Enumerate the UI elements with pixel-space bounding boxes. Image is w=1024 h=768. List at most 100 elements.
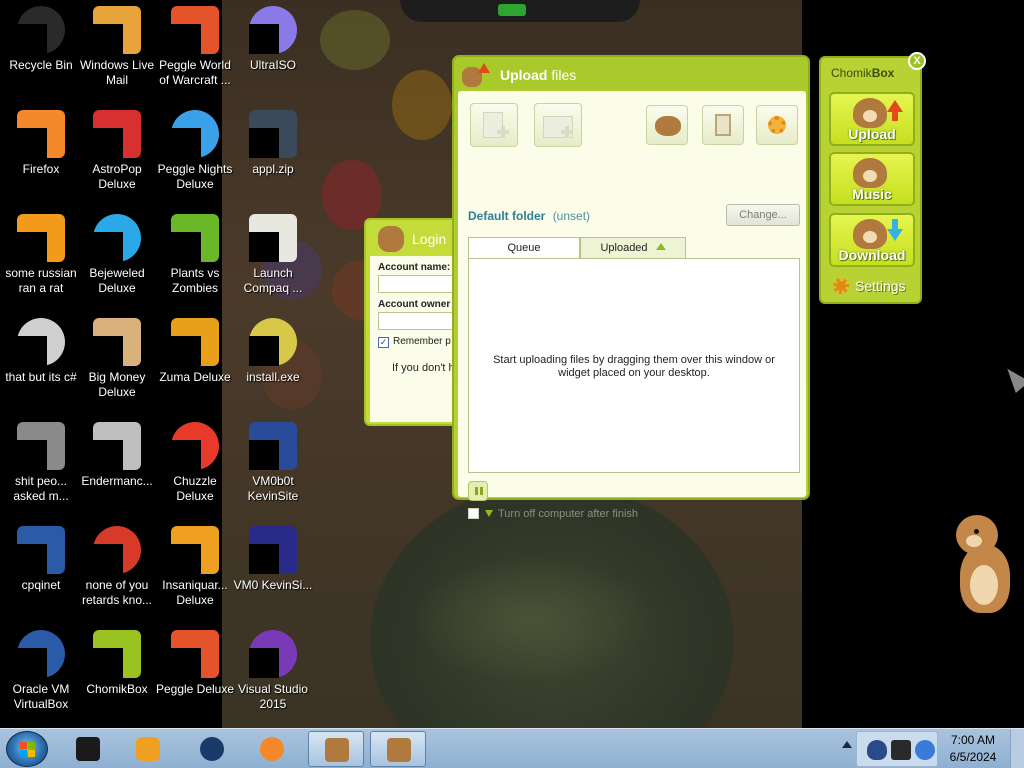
hamster-icon <box>853 219 887 249</box>
clock-time: 7:00 AM <box>950 733 996 747</box>
desktop-icon[interactable]: UltraISO <box>232 6 314 73</box>
desktop-icon[interactable]: Firefox <box>0 110 82 177</box>
taskbar: 7:00 AM 6/5/2024 <box>0 728 1024 768</box>
desktop-icon-label: Firefox <box>22 162 60 176</box>
desktop-icon-label: AstroPop Deluxe <box>92 162 142 191</box>
turn-off-checkbox[interactable] <box>468 508 479 519</box>
chomikbox-icon <box>93 630 141 678</box>
settings-button[interactable] <box>756 105 798 145</box>
desktop-icon-label: VM0 KevinSi... <box>233 578 313 592</box>
desktop-icon-label: Big Money Deluxe <box>88 370 146 399</box>
hamster-button[interactable] <box>646 105 688 145</box>
taskbar-chomikbox[interactable] <box>308 731 364 767</box>
widget-music-button[interactable]: Music <box>829 152 915 206</box>
desktop-icon[interactable]: none of you retards kno... <box>76 526 158 608</box>
taskbar-terminal[interactable] <box>60 731 116 767</box>
chuzzle-icon <box>171 422 219 470</box>
window-title: Upload files <box>500 67 577 83</box>
show-desktop-button[interactable] <box>1010 729 1024 768</box>
network-icon[interactable] <box>891 740 911 760</box>
desktop-icon-label: some russian ran a rat <box>5 266 77 295</box>
chomikbox-widget[interactable]: ChomikBox X Upload Music Download Settin… <box>819 52 926 304</box>
desktop-icon[interactable]: some russian ran a rat <box>0 214 82 296</box>
taskbar-media-player[interactable] <box>120 731 176 767</box>
system-tray <box>856 731 938 767</box>
turn-off-option[interactable]: Turn off computer after finish <box>468 508 638 520</box>
desktop-icon[interactable]: Peggle Deluxe <box>154 630 236 697</box>
tab-queue[interactable]: Queue <box>468 237 580 260</box>
zip-archive-icon <box>249 110 297 158</box>
widget-download-button[interactable]: Download <box>829 213 915 267</box>
hamster-mascot[interactable] <box>950 515 1016 615</box>
desktop-icon[interactable]: Endermanc... <box>76 422 158 489</box>
disc-icon <box>249 6 297 54</box>
desktop-icon[interactable]: Insaniquar... Deluxe <box>154 526 236 608</box>
widget-close-button[interactable]: X <box>908 52 926 70</box>
widget-upload-button[interactable]: Upload <box>829 92 915 146</box>
tab-uploaded[interactable]: Uploaded <box>580 237 686 259</box>
upload-queue-list[interactable]: Start uploading files by dragging them o… <box>468 258 800 473</box>
taskbar-clock[interactable]: 7:00 AM 6/5/2024 <box>940 732 1006 768</box>
hamster-icon <box>853 98 887 128</box>
login-window[interactable]: Login Account name: Account owner ✓ Remem… <box>364 218 468 426</box>
desktop-icon-label: that but its c# <box>5 370 77 384</box>
headphones-hamster-icon <box>853 158 887 188</box>
desktop-icon[interactable]: cpqinet <box>0 526 82 593</box>
desktop-icon[interactable]: Big Money Deluxe <box>76 318 158 400</box>
vm-icon <box>249 422 297 470</box>
widget-settings-button[interactable]: Settings <box>833 278 906 294</box>
desktop-icon[interactable]: Plants vs Zombies <box>154 214 236 296</box>
desktop-icon[interactable]: VM0b0t KevinSite <box>232 422 314 504</box>
add-files-button[interactable] <box>470 103 518 147</box>
desktop-icon[interactable]: AstroPop Deluxe <box>76 110 158 192</box>
bluetooth-icon[interactable] <box>915 740 935 760</box>
desktop-icon[interactable]: shit peo... asked m... <box>0 422 82 504</box>
file-e-icon <box>17 214 65 262</box>
desktop-icon[interactable]: that but its c# <box>0 318 82 385</box>
desktop-icon[interactable]: VM0 KevinSi... <box>232 526 314 593</box>
folder-icon <box>17 422 65 470</box>
upload-files-window[interactable]: Upload files Default folder (unset) Chan… <box>452 55 810 520</box>
desktop-icon-label: Visual Studio 2015 <box>238 682 308 711</box>
desktop-icon[interactable]: Visual Studio 2015 <box>232 630 314 712</box>
shield-icon[interactable] <box>867 740 887 760</box>
taskbar-chomik-upload[interactable] <box>370 731 426 767</box>
remember-row[interactable]: ✓ Remember p <box>378 336 458 348</box>
upload-panel: Default folder (unset) Change... Queue U… <box>458 91 806 520</box>
add-folder-button[interactable] <box>534 103 582 147</box>
cpqinet-icon <box>17 526 65 574</box>
desktop-icon[interactable]: install.exe <box>232 318 314 385</box>
change-folder-button[interactable]: Change... <box>726 204 800 226</box>
desktop-icon[interactable]: Windows Live Mail <box>76 6 158 88</box>
chomik-icon <box>378 226 404 252</box>
desktop-icon[interactable]: Zuma Deluxe <box>154 318 236 385</box>
desktop-icon[interactable]: Bejeweled Deluxe <box>76 214 158 296</box>
remember-checkbox[interactable]: ✓ <box>378 337 389 348</box>
start-button[interactable] <box>6 731 48 767</box>
show-hidden-icons-button[interactable] <box>842 741 852 748</box>
desktop-icon[interactable]: Peggle World of Warcraft ... <box>154 6 236 88</box>
desktop-icon[interactable]: Recycle Bin <box>0 6 82 73</box>
upload-arrow-icon <box>887 100 903 121</box>
turn-off-label: Turn off computer after finish <box>498 508 639 520</box>
desktop-icon[interactable]: Launch Compaq ... <box>232 214 314 296</box>
status-indicator <box>498 4 526 16</box>
gear-icon <box>768 116 786 134</box>
taskbar-sphere-app[interactable] <box>184 731 240 767</box>
taskbar-firefox[interactable] <box>244 731 300 767</box>
desktop-icon[interactable]: Peggle Nights Deluxe <box>154 110 236 192</box>
virtualbox-icon <box>17 630 65 678</box>
desktop-icon[interactable]: Chuzzle Deluxe <box>154 422 236 504</box>
signup-hint: If you don't h <box>392 362 455 374</box>
queue-empty-message: Start uploading files by dragging them o… <box>493 354 775 379</box>
desktop-icon[interactable]: appl.zip <box>232 110 314 177</box>
clipboard-button[interactable] <box>702 105 744 145</box>
desktop-icon[interactable]: Oracle VM VirtualBox <box>0 630 82 712</box>
default-folder-row: Default folder (unset) <box>468 209 590 223</box>
chomik-upload-icon <box>462 61 492 89</box>
peggle-icon <box>171 6 219 54</box>
desktop-icon-label: Peggle Deluxe <box>155 682 235 696</box>
desktop-icon[interactable]: ChomikBox <box>76 630 158 697</box>
pause-button[interactable] <box>468 481 488 501</box>
media-player-icon <box>136 737 160 761</box>
